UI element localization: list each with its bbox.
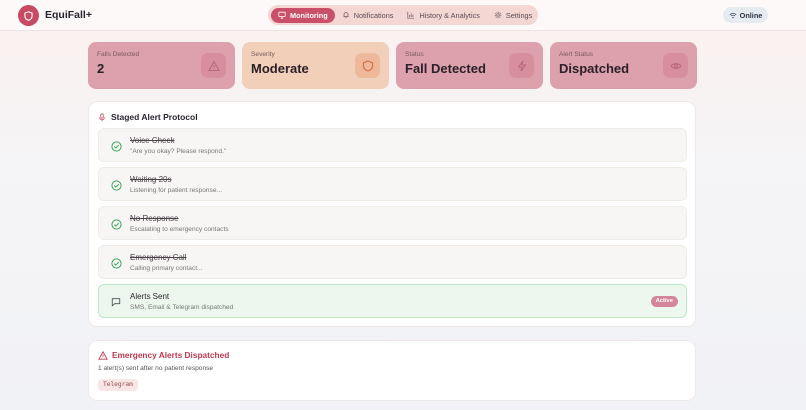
protocol-step-no-response: No Response Escalating to emergency cont… xyxy=(98,206,687,240)
protocol-step-alerts-sent: Alerts Sent SMS, Email & Telegram dispat… xyxy=(98,284,687,318)
tab-label: History & Analytics xyxy=(419,10,480,20)
monitor-icon xyxy=(278,11,286,19)
step-title: Voice Check xyxy=(130,136,175,145)
app-name: EquiFall+ xyxy=(45,9,92,21)
stat-card-alert-status: Alert Status Dispatched xyxy=(550,42,697,89)
connection-status[interactable]: Online xyxy=(723,7,768,23)
app-logo[interactable] xyxy=(18,5,39,26)
step-title: Alerts Sent xyxy=(130,292,170,301)
top-bar: EquiFall+ Monitoring Notifications Histo… xyxy=(0,0,806,31)
tab-monitoring[interactable]: Monitoring xyxy=(271,7,335,23)
status-label: Online xyxy=(739,10,763,20)
step-status xyxy=(110,218,122,230)
step-description: Listening for patient response... xyxy=(130,187,223,194)
warning-icon xyxy=(207,59,220,71)
card-icon-box xyxy=(201,53,226,78)
stat-card-severity: Severity Moderate xyxy=(242,42,389,89)
step-status xyxy=(110,140,122,152)
step-title: No Response xyxy=(130,214,179,223)
step-status xyxy=(110,179,122,191)
tab-settings[interactable]: Settings xyxy=(487,8,539,23)
wifi-icon xyxy=(729,12,737,18)
check-circle-icon xyxy=(110,179,122,191)
tab-label: Monitoring xyxy=(290,10,328,20)
tab-history-analytics[interactable]: History & Analytics xyxy=(400,8,486,23)
tab-label: Notifications xyxy=(353,10,394,20)
tab-label: Settings xyxy=(505,10,533,20)
step-title: Emergency Call xyxy=(130,253,187,262)
dispatch-title: Emergency Alerts Dispatched xyxy=(112,350,230,360)
bar-chart-icon xyxy=(407,11,415,19)
step-description: SMS, Email & Telegram dispatched xyxy=(130,304,234,311)
main-nav: Monitoring Notifications History & Analy… xyxy=(268,5,538,25)
step-description: "Are you okay? Please respond." xyxy=(130,148,227,155)
check-circle-icon xyxy=(110,140,122,152)
warning-icon xyxy=(98,350,108,360)
protocol-step-emergency-call: Emergency Call Calling primary contact..… xyxy=(98,245,687,279)
tab-notifications[interactable]: Notifications xyxy=(335,8,401,23)
step-title: Waiting 20s xyxy=(130,175,172,184)
check-circle-icon xyxy=(110,257,122,269)
active-badge: Active xyxy=(650,296,678,307)
step-status xyxy=(110,296,122,308)
step-description: Calling primary contact... xyxy=(130,265,203,272)
channel-chip-telegram: Telegram xyxy=(98,379,138,391)
step-description: Escalating to emergency contacts xyxy=(130,226,229,233)
panel-title: Staged Alert Protocol xyxy=(111,112,198,122)
dispatch-summary: 1 alert(s) sent after no patient respons… xyxy=(98,365,214,372)
bell-icon xyxy=(343,12,349,19)
card-icon-box xyxy=(355,53,380,78)
microphone-icon xyxy=(99,112,105,121)
eye-icon xyxy=(669,62,682,69)
gear-icon xyxy=(494,11,502,19)
step-status xyxy=(110,257,122,269)
dispatch-header: Emergency Alerts Dispatched xyxy=(98,350,229,360)
check-circle-icon xyxy=(110,218,122,230)
stat-card-falls-detected: Falls Detected 2 xyxy=(88,42,235,89)
card-icon-box xyxy=(509,53,534,78)
message-icon xyxy=(111,298,121,307)
shield-icon xyxy=(362,59,373,72)
protocol-step-voice-check: Voice Check "Are you okay? Please respon… xyxy=(98,128,687,162)
alert-protocol-panel: Staged Alert Protocol Voice Check "Are y… xyxy=(88,101,696,327)
shield-icon xyxy=(24,10,33,21)
panel-header: Staged Alert Protocol xyxy=(98,112,198,122)
stat-card-status: Status Fall Detected xyxy=(396,42,543,89)
lightning-icon xyxy=(517,60,526,71)
card-icon-box xyxy=(663,53,688,78)
protocol-step-waiting: Waiting 20s Listening for patient respon… xyxy=(98,167,687,201)
dispatch-panel: Emergency Alerts Dispatched 1 alert(s) s… xyxy=(88,340,696,401)
